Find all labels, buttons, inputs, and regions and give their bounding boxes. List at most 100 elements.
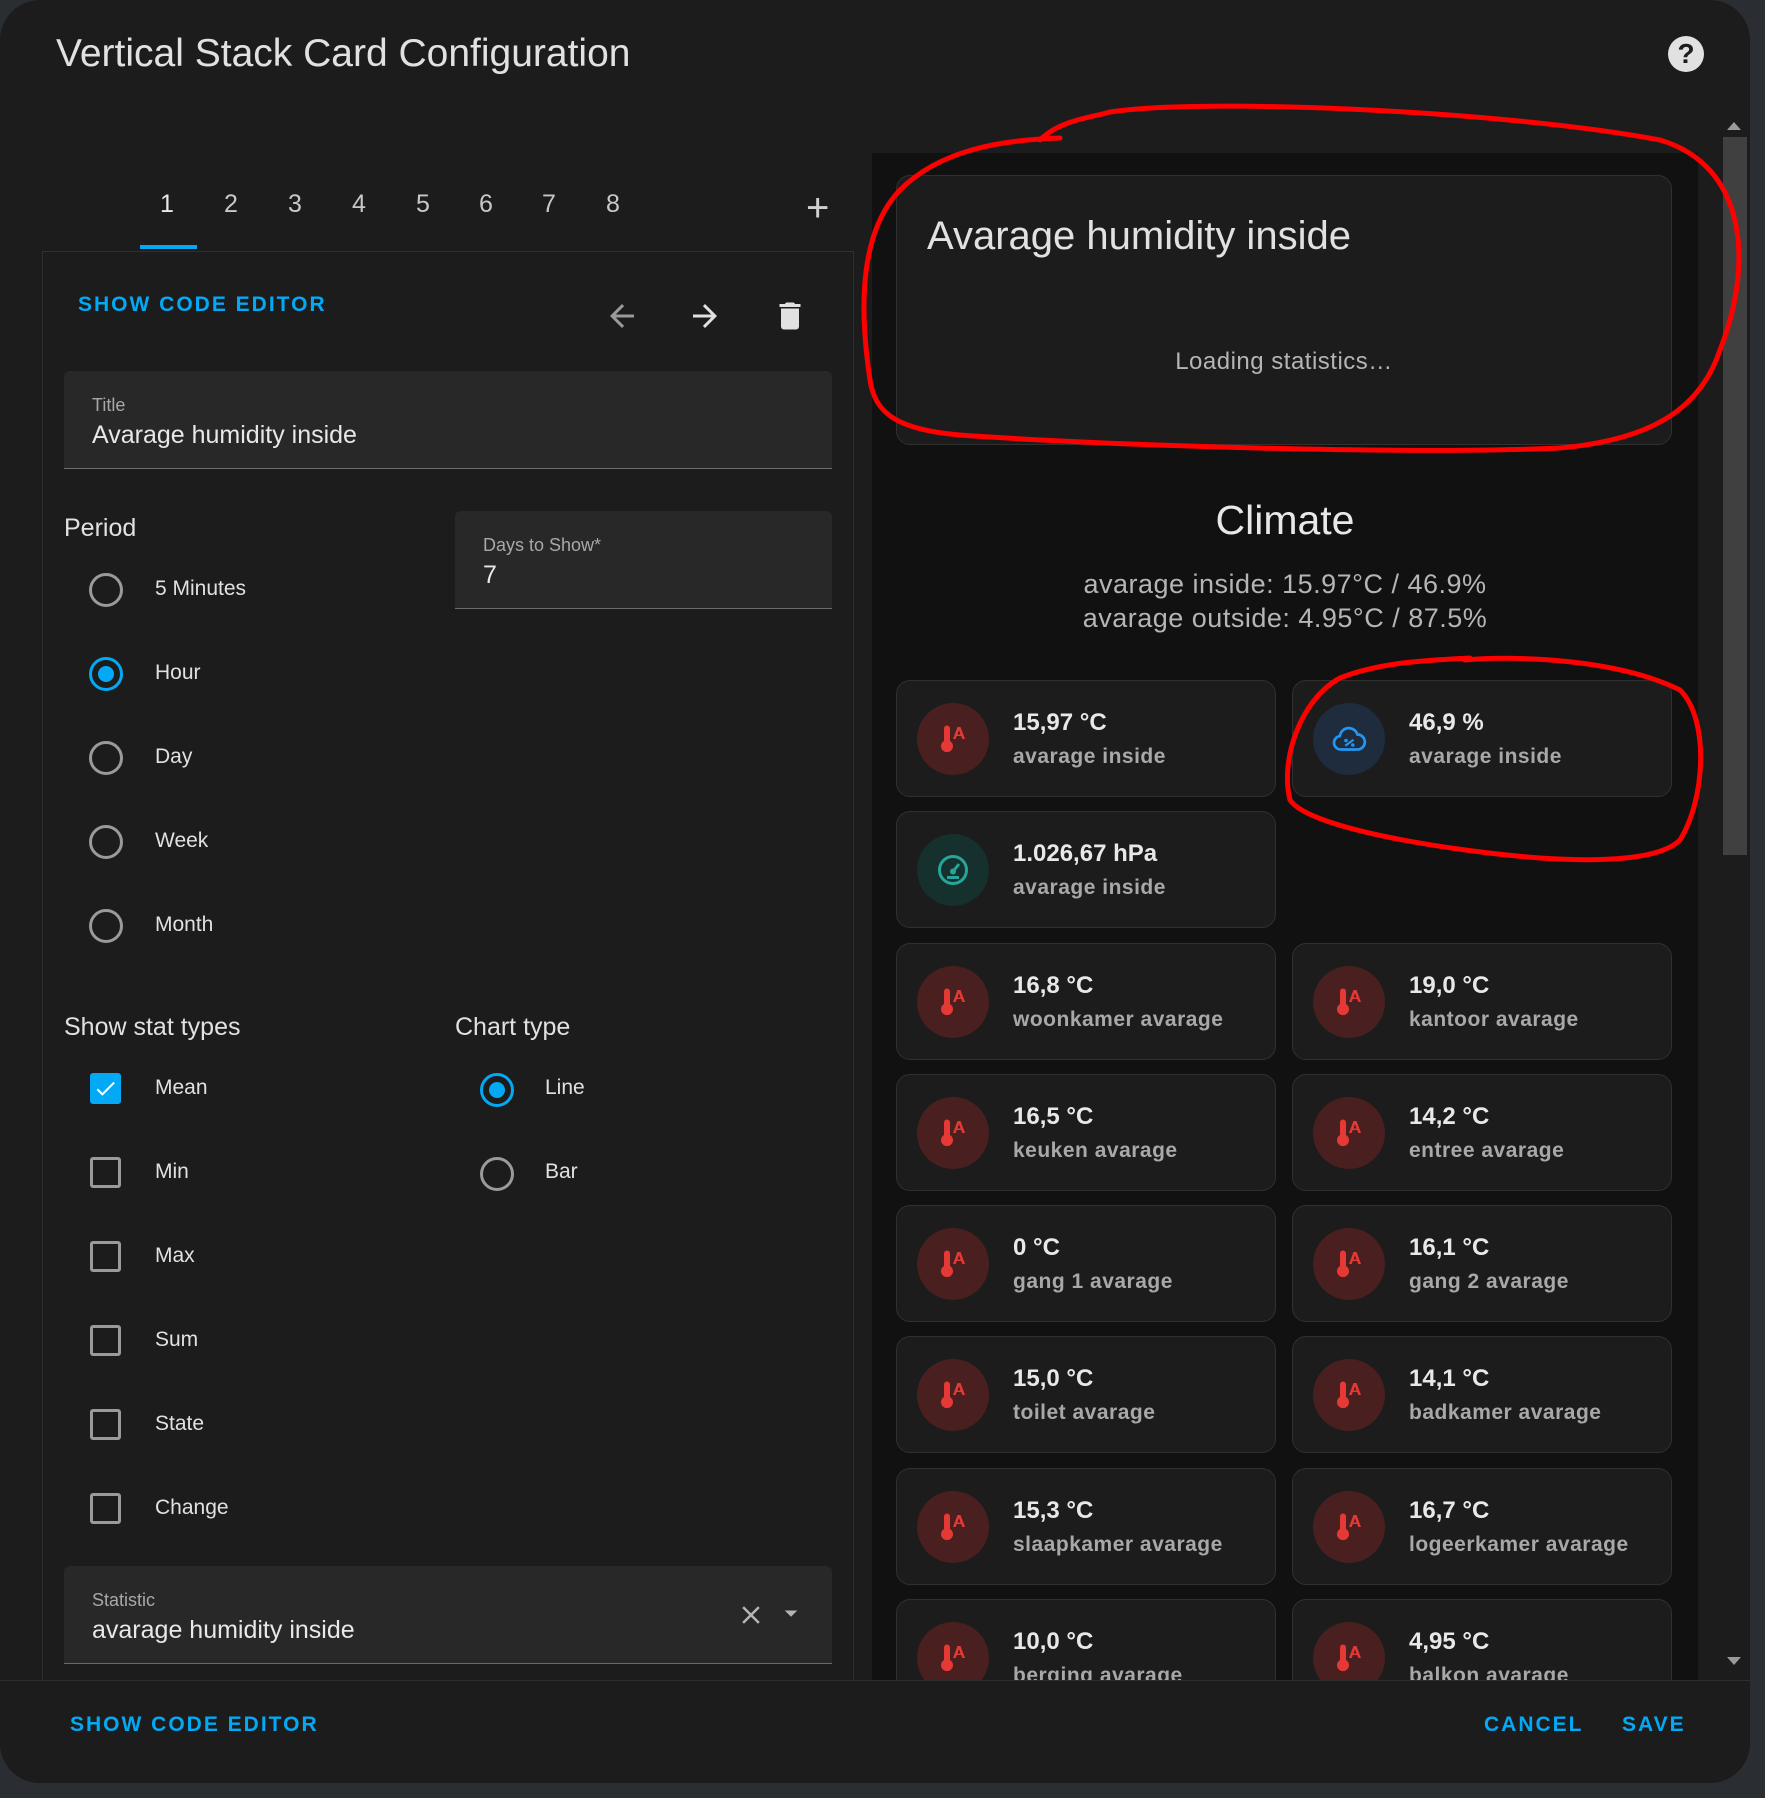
sensor-tile-value: 16,5 °C	[1013, 1103, 1094, 1130]
statistic-field-value: avarage humidity inside	[92, 1616, 355, 1644]
period-label-hour: Hour	[155, 661, 201, 684]
period-radio-week[interactable]	[89, 825, 123, 859]
sensor-tile[interactable]: 15,3 °C slaapkamer avarage	[896, 1468, 1276, 1585]
sensor-tile[interactable]: 15,97 °C avarage inside	[896, 680, 1276, 797]
title-field[interactable]: Title Avarage humidity inside	[64, 371, 832, 469]
gauge-icon	[917, 834, 989, 906]
thermometer-icon	[917, 703, 989, 775]
stat-type-checkbox-min[interactable]	[90, 1157, 121, 1188]
thermometer-icon	[1313, 966, 1385, 1038]
sensor-tile-value: 14,1 °C	[1409, 1365, 1490, 1392]
sensor-tile-value: 14,2 °C	[1409, 1103, 1490, 1130]
checkmark-icon	[96, 1081, 115, 1096]
sensor-tile-name: gang 1 avarage	[1013, 1270, 1173, 1293]
stat-type-label-state: State	[155, 1412, 205, 1435]
stat-type-checkbox-state[interactable]	[90, 1409, 121, 1440]
chart-type-label-bar: Bar	[545, 1160, 578, 1183]
chart-type-radio-line[interactable]	[480, 1073, 514, 1107]
sensor-tile[interactable]: 16,7 °C logeerkamer avarage	[1292, 1468, 1672, 1585]
show-code-editor-button[interactable]: SHOW CODE EDITOR	[78, 293, 327, 317]
dialog-title: Vertical Stack Card Configuration	[56, 32, 631, 75]
sensor-tile-name: kantoor avarage	[1409, 1008, 1579, 1031]
sensor-tile[interactable]: 19,0 °C kantoor avarage	[1292, 943, 1672, 1060]
scroll-down-arrow-icon[interactable]	[1727, 1657, 1741, 1665]
title-field-label: Title	[92, 395, 126, 415]
dialog-actions: SHOW CODE EDITOR CANCEL SAVE	[0, 1680, 1750, 1783]
active-tab-indicator	[140, 245, 197, 249]
sensor-tile[interactable]: 16,1 °C gang 2 avarage	[1292, 1205, 1672, 1322]
period-label-month: Month	[155, 913, 214, 936]
tab-5[interactable]: 5	[395, 190, 451, 219]
stat-type-checkbox-mean[interactable]	[90, 1073, 121, 1104]
sensor-tile[interactable]: 1.026,67 hPa avarage inside	[896, 811, 1276, 928]
thermometer-icon	[917, 1097, 989, 1169]
tab-4[interactable]: 4	[331, 190, 387, 219]
tab-2[interactable]: 2	[203, 190, 259, 219]
help-icon[interactable]: ?	[1668, 36, 1704, 72]
days-to-show-label: Days to Show*	[483, 535, 602, 555]
scrollbar-thumb[interactable]	[1723, 137, 1747, 855]
cancel-button[interactable]: CANCEL	[1484, 1713, 1584, 1737]
days-to-show-value: 7	[483, 561, 497, 589]
sensor-tile[interactable]: 0 °C gang 1 avarage	[896, 1205, 1276, 1322]
sensor-tile-name: avarage inside	[1013, 745, 1166, 768]
move-right-arrow-icon[interactable]	[687, 298, 723, 334]
sensor-tile-name: avarage inside	[1409, 745, 1562, 768]
tab-8[interactable]: 8	[585, 190, 641, 219]
sensor-tile-name: avarage inside	[1013, 876, 1166, 899]
sensor-tile[interactable]: 10,0 °C berging avarage	[896, 1599, 1276, 1680]
period-radio-day[interactable]	[89, 741, 123, 775]
chart-type-heading: Chart type	[455, 1013, 571, 1041]
chart-type-radio-bar[interactable]	[480, 1157, 514, 1191]
sensor-tile-name: entree avarage	[1409, 1139, 1565, 1162]
stat-type-checkbox-change[interactable]	[90, 1493, 121, 1524]
stat-type-label-mean: Mean	[155, 1076, 208, 1099]
sensor-tile-value: 10,0 °C	[1013, 1628, 1094, 1655]
period-label-day: Day	[155, 745, 193, 768]
period-heading: Period	[64, 514, 137, 542]
period-radio-month[interactable]	[89, 909, 123, 943]
sensor-tile[interactable]: 15,0 °C toilet avarage	[896, 1336, 1276, 1453]
sensor-tile-name: toilet avarage	[1013, 1401, 1156, 1424]
stat-type-checkbox-max[interactable]	[90, 1241, 121, 1272]
footer-show-code-editor-button[interactable]: SHOW CODE EDITOR	[70, 1713, 319, 1737]
stat-types-heading: Show stat types	[64, 1013, 241, 1041]
dropdown-chevron-icon[interactable]	[776, 1598, 806, 1628]
period-radio-hour[interactable]	[89, 657, 123, 691]
sensor-tile[interactable]: 14,2 °C entree avarage	[1292, 1074, 1672, 1191]
sensor-tile-value: 15,97 °C	[1013, 709, 1107, 736]
sensor-tile-name: berging avarage	[1013, 1664, 1183, 1680]
delete-trash-icon[interactable]	[772, 298, 808, 334]
sensor-tile-name: slaapkamer avarage	[1013, 1533, 1223, 1556]
move-left-arrow-icon[interactable]	[604, 298, 640, 334]
days-to-show-field[interactable]: Days to Show* 7	[455, 511, 832, 609]
stat-type-label-change: Change	[155, 1496, 229, 1519]
sensor-tile-value: 46,9 %	[1409, 709, 1484, 736]
thermometer-icon	[917, 966, 989, 1038]
sensor-tile-value: 4,95 °C	[1409, 1628, 1490, 1655]
statistics-card-title: Avarage humidity inside	[927, 214, 1351, 258]
sensor-tile[interactable]: 16,8 °C woonkamer avarage	[896, 943, 1276, 1060]
period-radio-5-minutes[interactable]	[89, 573, 123, 607]
sensor-tile-value: 1.026,67 hPa	[1013, 840, 1158, 867]
add-card-icon[interactable]: +	[806, 188, 829, 228]
scroll-up-arrow-icon[interactable]	[1727, 122, 1741, 130]
sensor-tile[interactable]: 16,5 °C keuken avarage	[896, 1074, 1276, 1191]
tab-1[interactable]: 1	[139, 190, 195, 219]
stat-type-checkbox-sum[interactable]	[90, 1325, 121, 1356]
sensor-tile[interactable]: 4,95 °C balkon avarage	[1292, 1599, 1672, 1680]
tab-7[interactable]: 7	[521, 190, 577, 219]
tab-3[interactable]: 3	[267, 190, 323, 219]
clear-icon[interactable]	[736, 1600, 766, 1630]
save-button[interactable]: SAVE	[1622, 1713, 1686, 1737]
sensor-tile[interactable]: 46,9 % avarage inside	[1292, 680, 1672, 797]
sensor-tile[interactable]: 14,1 °C badkamer avarage	[1292, 1336, 1672, 1453]
climate-heading: Climate	[1215, 497, 1355, 543]
thermometer-icon	[1313, 1097, 1385, 1169]
sensor-tile-value: 16,7 °C	[1409, 1497, 1490, 1524]
card-preview: Avarage humidity inside Loading statisti…	[872, 153, 1698, 1680]
sensor-tile-value: 16,8 °C	[1013, 972, 1094, 999]
statistic-picker-field[interactable]: Statistic avarage humidity inside	[64, 1566, 832, 1664]
tab-6[interactable]: 6	[458, 190, 514, 219]
thermometer-icon	[917, 1622, 989, 1680]
